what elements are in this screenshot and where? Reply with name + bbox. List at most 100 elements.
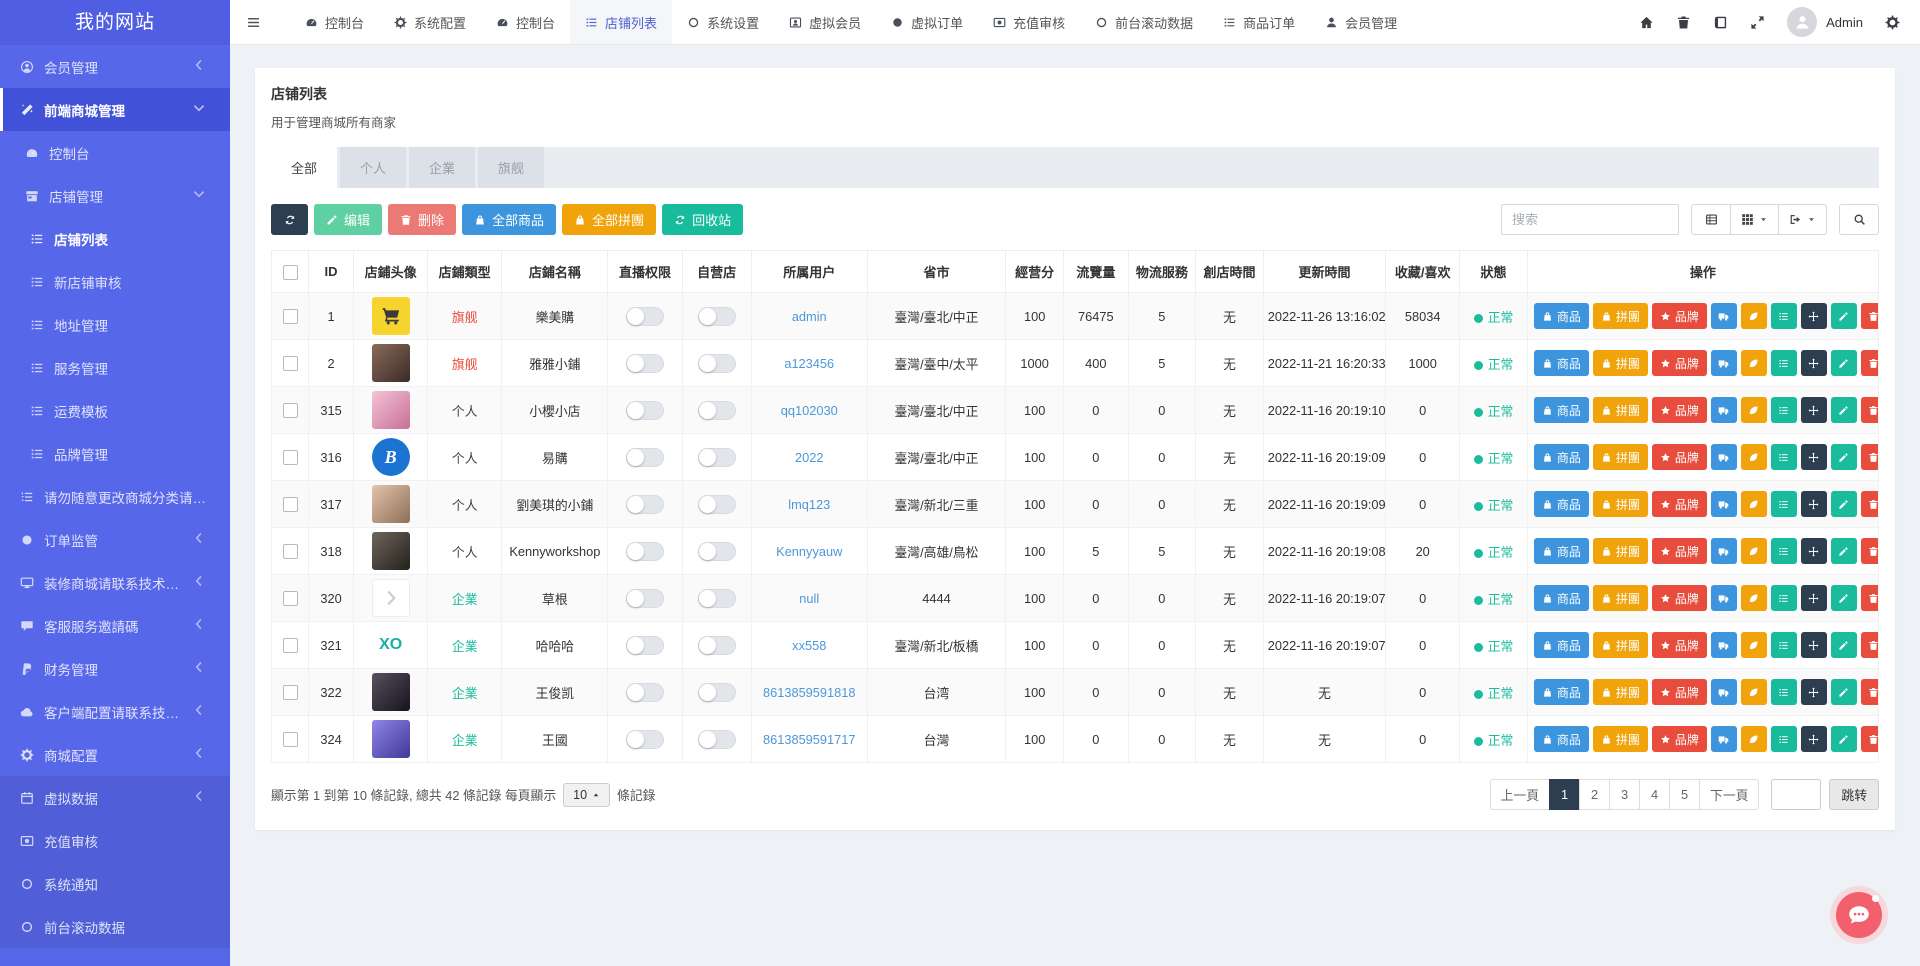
sidebar-item[interactable]: 品牌管理 (0, 432, 230, 475)
topnav-tab[interactable]: 前台滚动数据 (1080, 0, 1208, 44)
brand-action-button[interactable]: 品牌 (1651, 632, 1707, 658)
edit-action-button[interactable] (1830, 444, 1857, 470)
row-checkbox[interactable] (282, 403, 298, 419)
next-page-button[interactable]: 下一頁 (1699, 779, 1760, 810)
edit-button[interactable]: 编辑 (314, 204, 383, 235)
filter-tab[interactable]: 个人 (340, 147, 407, 188)
delete-action-button[interactable] (1860, 679, 1878, 705)
live-permission-toggle[interactable] (626, 306, 665, 326)
live-permission-toggle[interactable] (626, 400, 665, 420)
detail-view-button[interactable] (1691, 204, 1731, 235)
owner-user-link[interactable]: 2022 (795, 450, 823, 465)
self-run-toggle[interactable] (697, 494, 736, 514)
row-checkbox[interactable] (282, 732, 298, 748)
sidebar-toggle-button[interactable] (230, 0, 276, 44)
edit-action-button[interactable] (1830, 303, 1857, 329)
goods-action-button[interactable]: 商品 (1533, 538, 1589, 564)
groupbuy-action-button[interactable]: 拼團 (1592, 679, 1648, 705)
sidebar-item[interactable]: 控制台 (0, 131, 230, 174)
detail-list-action-button[interactable] (1770, 538, 1797, 564)
edit-action-button[interactable] (1830, 632, 1857, 658)
topnav-tab[interactable]: 系统设置 (672, 0, 774, 44)
page-button[interactable]: 4 (1639, 779, 1671, 810)
home-icon[interactable] (1639, 15, 1654, 30)
topnav-tab[interactable]: 虚拟会员 (774, 0, 876, 44)
groupbuy-action-button[interactable]: 拼團 (1592, 585, 1648, 611)
self-run-toggle[interactable] (697, 306, 736, 326)
move-action-button[interactable] (1800, 585, 1827, 611)
move-action-button[interactable] (1800, 632, 1827, 658)
self-run-toggle[interactable] (697, 447, 736, 467)
edit-action-button[interactable] (1830, 350, 1857, 376)
goods-action-button[interactable]: 商品 (1533, 726, 1589, 752)
live-permission-toggle[interactable] (626, 494, 665, 514)
brand-action-button[interactable]: 品牌 (1651, 538, 1707, 564)
sidebar-item[interactable]: 服务管理 (0, 346, 230, 389)
live-permission-toggle[interactable] (626, 353, 665, 373)
groupbuy-action-button[interactable]: 拼團 (1592, 726, 1648, 752)
detail-list-action-button[interactable] (1770, 303, 1797, 329)
per-page-select[interactable]: 10 (563, 782, 611, 807)
leaf-action-button[interactable] (1740, 538, 1767, 564)
filter-tab[interactable]: 旗舰 (478, 147, 545, 188)
row-checkbox[interactable] (282, 638, 298, 654)
sidebar-item[interactable]: 充值审核 (0, 819, 230, 862)
sidebar-item[interactable]: 店铺管理 (0, 174, 230, 217)
columns-button[interactable] (1730, 204, 1779, 235)
self-run-toggle[interactable] (697, 400, 736, 420)
row-checkbox[interactable] (282, 544, 298, 560)
topnav-tab[interactable]: 控制台 (290, 0, 379, 44)
groupbuy-action-button[interactable]: 拼團 (1592, 491, 1648, 517)
row-checkbox[interactable] (282, 685, 298, 701)
move-action-button[interactable] (1800, 491, 1827, 517)
self-run-toggle[interactable] (697, 353, 736, 373)
edit-action-button[interactable] (1830, 491, 1857, 517)
settings-icon[interactable] (1885, 15, 1900, 30)
clear-cache-icon[interactable] (1676, 15, 1691, 30)
detail-list-action-button[interactable] (1770, 585, 1797, 611)
sidebar-item[interactable]: 客服服务邀請碼 (0, 604, 230, 647)
page-button[interactable]: 1 (1549, 779, 1581, 810)
prev-page-button[interactable]: 上一頁 (1489, 779, 1551, 810)
goods-action-button[interactable]: 商品 (1533, 350, 1589, 376)
filter-tab[interactable]: 企業 (409, 147, 476, 188)
goods-action-button[interactable]: 商品 (1533, 491, 1589, 517)
detail-list-action-button[interactable] (1770, 491, 1797, 517)
owner-user-link[interactable]: a123456 (784, 356, 834, 371)
leaf-action-button[interactable] (1740, 679, 1767, 705)
self-run-toggle[interactable] (697, 682, 736, 702)
logistics-action-button[interactable] (1710, 726, 1737, 752)
owner-user-link[interactable]: qq102030 (781, 403, 838, 418)
chat-button[interactable] (1836, 892, 1882, 938)
delete-action-button[interactable] (1860, 491, 1878, 517)
row-checkbox[interactable] (282, 450, 298, 466)
live-permission-toggle[interactable] (626, 682, 665, 702)
sidebar-item[interactable]: 订单监管 (0, 518, 230, 561)
detail-list-action-button[interactable] (1770, 397, 1797, 423)
jump-page-input[interactable] (1771, 779, 1822, 810)
groupbuy-action-button[interactable]: 拼團 (1592, 632, 1648, 658)
search-button[interactable] (1839, 204, 1879, 235)
topnav-tab[interactable]: 充值审核 (978, 0, 1080, 44)
goods-action-button[interactable]: 商品 (1533, 397, 1589, 423)
detail-list-action-button[interactable] (1770, 632, 1797, 658)
owner-user-link[interactable]: Kennyyauw (776, 544, 842, 559)
row-checkbox[interactable] (282, 309, 298, 325)
delete-action-button[interactable] (1860, 585, 1878, 611)
detail-list-action-button[interactable] (1770, 444, 1797, 470)
page-button[interactable]: 2 (1579, 779, 1611, 810)
self-run-toggle[interactable] (697, 541, 736, 561)
leaf-action-button[interactable] (1740, 491, 1767, 517)
topnav-tab[interactable]: 系统配置 (379, 0, 481, 44)
sidebar-item[interactable]: 运费模板 (0, 389, 230, 432)
owner-user-link[interactable]: 8613859591717 (763, 732, 856, 747)
leaf-action-button[interactable] (1740, 303, 1767, 329)
delete-button[interactable]: 删除 (388, 204, 457, 235)
sidebar-item[interactable]: 店铺列表 (0, 217, 230, 260)
goods-action-button[interactable]: 商品 (1533, 679, 1589, 705)
sidebar-item[interactable]: 地址管理 (0, 303, 230, 346)
delete-action-button[interactable] (1860, 632, 1878, 658)
groupbuy-action-button[interactable]: 拼團 (1592, 538, 1648, 564)
leaf-action-button[interactable] (1740, 444, 1767, 470)
goods-action-button[interactable]: 商品 (1533, 444, 1589, 470)
